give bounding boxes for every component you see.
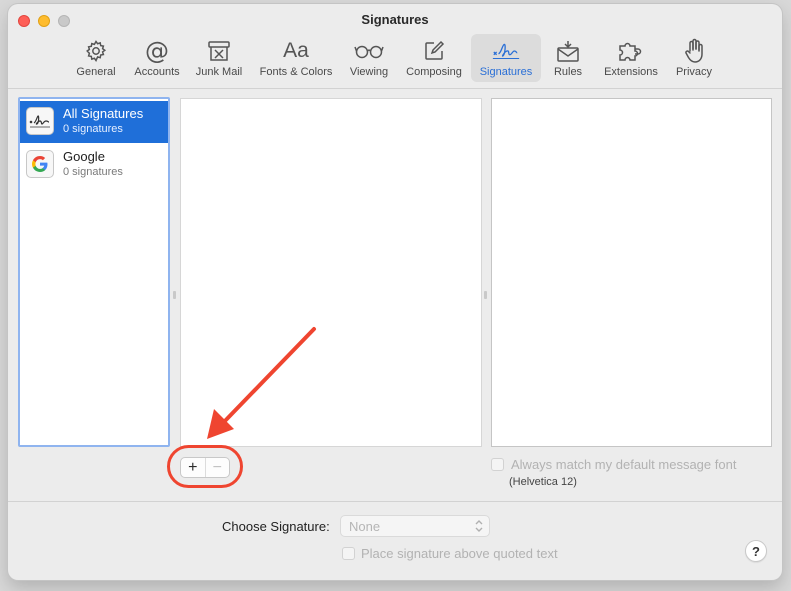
toolbar-tab-junk-mail[interactable]: Junk Mail [190,34,248,82]
at-icon: @ [145,37,169,65]
list-item-all-signatures[interactable]: All Signatures 0 signatures [20,101,168,143]
toolbar-label-accounts: Accounts [134,66,180,78]
annotation-highlight-circle [167,445,243,488]
toolbar-tab-accounts[interactable]: @ Accounts [126,34,188,82]
toolbar-label-extensions: Extensions [604,66,658,78]
glasses-icon [354,37,384,65]
toolbar-tab-extensions[interactable]: Extensions [598,34,664,82]
signatures-list-pane[interactable] [180,98,482,447]
toolbar-label-fonts-colors: Fonts & Colors [259,66,333,78]
toolbar-tab-signatures[interactable]: Signatures [471,34,541,82]
toolbar-tab-privacy[interactable]: Privacy [672,34,716,82]
signature-icon [26,107,54,135]
puzzle-icon [616,37,646,65]
match-font-checkbox[interactable] [491,458,504,471]
help-button[interactable]: ? [745,540,767,562]
google-logo-icon [26,150,54,178]
pane-splitter-left[interactable] [173,291,176,299]
choose-signature-select[interactable]: None [340,515,490,537]
toolbar-tab-viewing[interactable]: Viewing [344,34,394,82]
signature-count: 0 signatures [63,166,123,178]
choose-signature-label: Choose Signature: [222,519,330,534]
window-title: Signatures [361,12,429,27]
toolbar-label-composing: Composing [406,66,462,78]
compose-icon [419,37,449,65]
toolbar-tab-general[interactable]: General [70,34,122,82]
hand-icon [679,37,709,65]
toolbar-label-signatures: Signatures [479,66,533,78]
signature-accounts-list[interactable]: All Signatures 0 signatures Google 0 sig… [18,97,170,447]
account-name: All Signatures [63,106,144,121]
pane-splitter-right[interactable] [484,291,487,299]
fonts-icon: Aa [283,39,309,62]
toolbar-divider [8,88,782,89]
account-name: Google [63,149,105,164]
toolbar-label-junk-mail: Junk Mail [195,66,243,78]
signature-editor-pane[interactable] [491,98,772,447]
list-item-google[interactable]: Google 0 signatures [20,144,168,186]
preferences-toolbar: General @ Accounts Junk Mail Aa Fonts & … [8,34,782,84]
signatures-preferences-window: Signatures General @ Accounts Junk Mail … [8,4,782,580]
title-bar: Signatures General @ Accounts Junk Mail … [8,4,782,90]
bottom-divider [8,501,782,502]
font-hint: (Helvetica 12) [509,476,577,488]
match-font-label: Always match my default message font [511,457,737,472]
chevron-up-down-icon [475,520,483,532]
toolbar-label-general: General [76,66,116,78]
toolbar-label-viewing: Viewing [349,66,389,78]
toolbar-tab-rules[interactable]: Rules [548,34,588,82]
gear-icon [81,37,111,65]
toolbar-tab-fonts-colors[interactable]: Aa Fonts & Colors [253,34,339,82]
toolbar-tab-composing[interactable]: Composing [400,34,468,82]
toolbar-label-rules: Rules [553,66,583,78]
junk-trash-icon [204,37,234,65]
toolbar-label-privacy: Privacy [675,66,713,78]
rules-envelope-icon [553,37,583,65]
choose-signature-value: None [349,519,381,534]
signature-icon [491,37,521,65]
signature-count: 0 signatures [63,123,123,135]
place-above-checkbox[interactable] [342,547,355,560]
place-above-label: Place signature above quoted text [361,546,558,561]
